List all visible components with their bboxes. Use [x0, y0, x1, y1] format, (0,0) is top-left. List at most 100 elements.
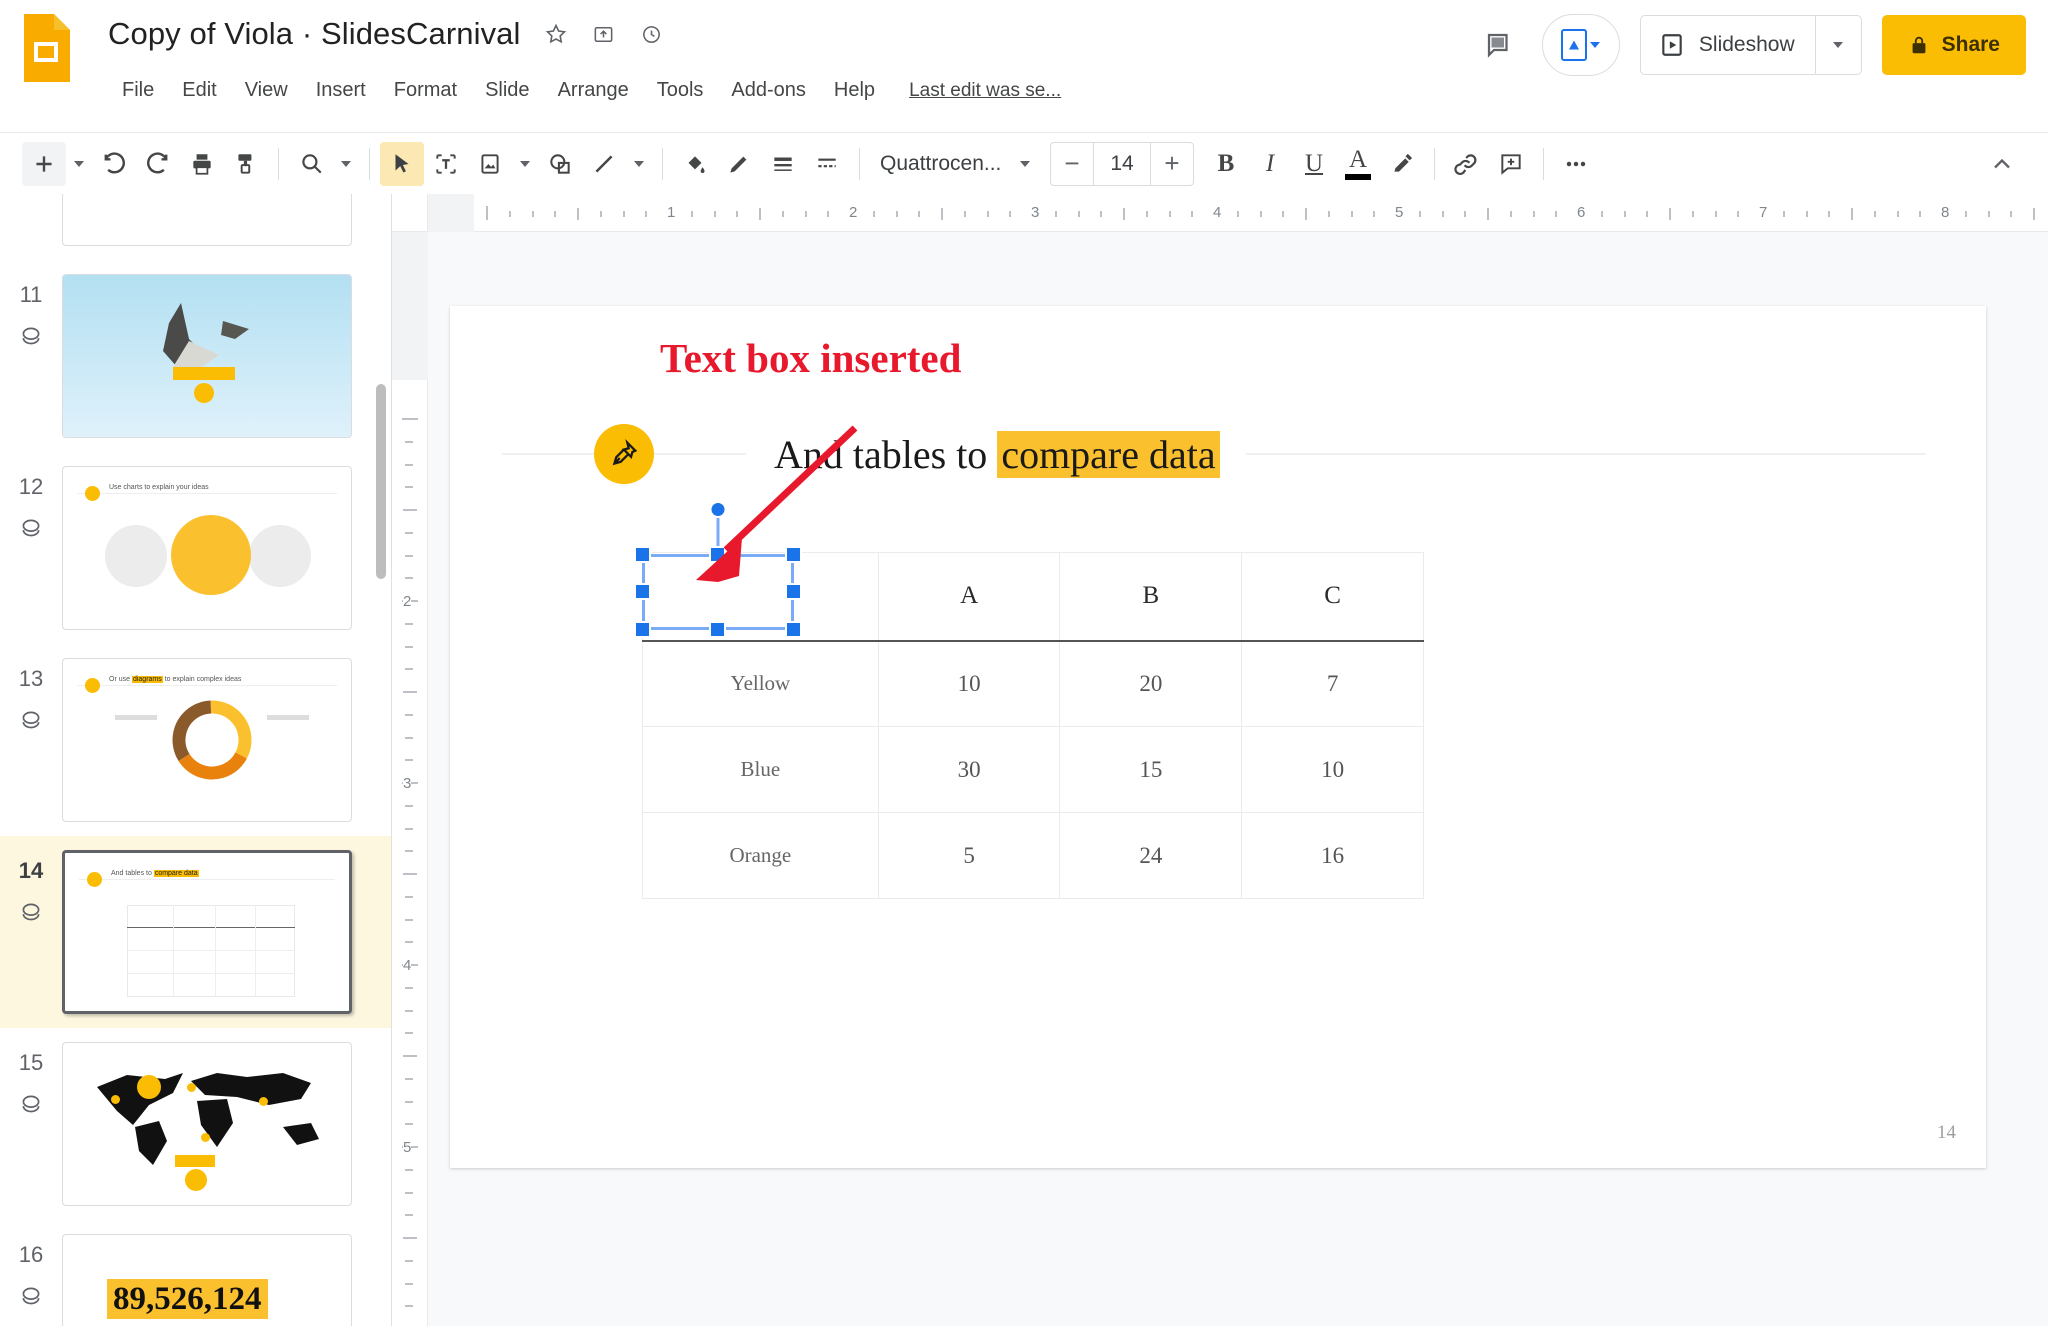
- italic-button[interactable]: I: [1248, 142, 1292, 186]
- filmstrip-slide-16[interactable]: 16 89,526,124: [0, 1220, 391, 1326]
- menu-slide[interactable]: Slide: [471, 76, 543, 105]
- current-slide[interactable]: And tables to compare data A B C Yellow …: [450, 306, 1986, 1168]
- underline-button[interactable]: U: [1292, 142, 1336, 186]
- resize-handle-e[interactable]: [785, 583, 802, 600]
- font-size-increase-button[interactable]: +: [1151, 143, 1193, 185]
- font-family-select[interactable]: Quattrocen...: [870, 142, 1040, 186]
- resize-handle-se[interactable]: [785, 621, 802, 638]
- share-button[interactable]: Share: [1881, 15, 2026, 75]
- line-button[interactable]: [582, 142, 626, 186]
- collapse-toolbar-button[interactable]: [1980, 142, 2024, 186]
- menu-file[interactable]: File: [108, 76, 168, 105]
- thumb-preview[interactable]: And tables to compare data: [62, 850, 352, 1014]
- new-slide-dropdown-icon[interactable]: [66, 142, 92, 186]
- comment-history-icon[interactable]: [1476, 22, 1522, 68]
- inserted-text-box[interactable]: [634, 501, 802, 638]
- move-to-folder-icon[interactable]: [591, 21, 617, 47]
- thumb-preview[interactable]: [62, 274, 352, 438]
- resize-handle-s[interactable]: [709, 621, 726, 638]
- thumb-big-number: 89,526,124: [107, 1279, 268, 1320]
- thumb-meta: 15: [0, 1042, 62, 1123]
- rotation-handle[interactable]: [709, 501, 727, 518]
- cell-orange-a: 5: [877, 812, 1061, 899]
- slides-logo-icon[interactable]: [18, 12, 74, 84]
- page-title[interactable]: Copy of Viola · SlidesCarnival: [108, 16, 521, 52]
- menu-addons[interactable]: Add-ons: [717, 76, 820, 105]
- text-box-button[interactable]: [424, 142, 468, 186]
- bold-button[interactable]: B: [1204, 142, 1248, 186]
- cloud-status-icon[interactable]: [639, 21, 665, 47]
- thumb-preview[interactable]: 89,526,124: [62, 1234, 352, 1326]
- more-options-icon[interactable]: [1554, 142, 1598, 186]
- select-tool-button[interactable]: [380, 141, 424, 186]
- slideshow-dropdown[interactable]: [1814, 16, 1861, 74]
- vertical-ruler[interactable]: 2 3 4 5: [392, 232, 428, 1326]
- border-dash-button[interactable]: [805, 142, 849, 186]
- line-dropdown-icon[interactable]: [626, 142, 652, 186]
- text-color-button[interactable]: A: [1336, 142, 1380, 186]
- resize-handle-n[interactable]: [709, 546, 726, 563]
- resize-handle-ne[interactable]: [785, 546, 802, 563]
- slideshow-button[interactable]: Slideshow: [1639, 15, 1862, 75]
- resize-handle-nw[interactable]: [634, 546, 651, 563]
- menu-view[interactable]: View: [231, 76, 302, 105]
- image-dropdown-icon[interactable]: [512, 142, 538, 186]
- filmstrip-scrollbar[interactable]: [376, 194, 389, 1326]
- border-color-button[interactable]: [717, 142, 761, 186]
- present-mirror-icon[interactable]: [1541, 14, 1620, 76]
- slide-headline[interactable]: And tables to compare data: [502, 422, 1926, 486]
- fill-color-button[interactable]: [673, 142, 717, 186]
- layers-icon: [18, 519, 44, 546]
- filmstrip-slide-14[interactable]: 14 And tables to compare data: [0, 836, 391, 1028]
- layers-icon: [18, 711, 44, 738]
- menu-edit[interactable]: Edit: [168, 76, 230, 105]
- thumb-preview[interactable]: Or use diagrams to explain complex ideas: [62, 658, 352, 822]
- insert-image-button[interactable]: [468, 142, 512, 186]
- redo-button[interactable]: [136, 142, 180, 186]
- print-button[interactable]: [180, 142, 224, 186]
- toolbar-divider: [369, 147, 370, 180]
- link-icon[interactable]: [1445, 142, 1489, 186]
- filmstrip-slide-13[interactable]: 13 Or use diagrams to explain complex id…: [0, 644, 391, 836]
- share-label: Share: [1941, 33, 2000, 56]
- pushpin-icon: [594, 424, 654, 484]
- thumb-title: And tables to compare data: [111, 870, 199, 877]
- new-slide-button[interactable]: [22, 141, 66, 186]
- font-size-stepper[interactable]: − 14 +: [1050, 141, 1194, 186]
- thumb-preview[interactable]: Use charts to explain your ideas: [62, 466, 352, 630]
- cell-orange-c: 16: [1241, 812, 1424, 899]
- filmstrip-slide-15[interactable]: 15: [0, 1028, 391, 1220]
- top-right-actions: Slideshow Share: [1476, 14, 2026, 76]
- add-comment-icon[interactable]: [1489, 142, 1533, 186]
- resize-handle-w[interactable]: [634, 583, 651, 600]
- menu-insert[interactable]: Insert: [302, 76, 380, 105]
- ruler-corner: [392, 194, 428, 232]
- slide-filmstrip[interactable]: 10 11: [0, 194, 392, 1326]
- menu-help[interactable]: Help: [820, 76, 889, 105]
- zoom-button[interactable]: [289, 142, 333, 186]
- filmstrip-scrollbar-thumb[interactable]: [376, 384, 386, 579]
- shape-button[interactable]: [538, 142, 582, 186]
- row-label-blue: Blue: [642, 726, 879, 813]
- slide-canvas-area[interactable]: And tables to compare data A B C Yellow …: [428, 232, 2048, 1326]
- thumb-preview[interactable]: [62, 194, 352, 246]
- undo-button[interactable]: [92, 142, 136, 186]
- menu-arrange[interactable]: Arrange: [544, 76, 643, 105]
- star-icon[interactable]: [543, 21, 569, 47]
- menu-tools[interactable]: Tools: [643, 76, 718, 105]
- resize-handle-sw[interactable]: [634, 621, 651, 638]
- filmstrip-slide-10[interactable]: 10: [0, 194, 391, 260]
- border-weight-button[interactable]: [761, 142, 805, 186]
- zoom-dropdown-icon[interactable]: [333, 142, 359, 186]
- paint-format-button[interactable]: [224, 142, 268, 186]
- layers-icon: [18, 1287, 44, 1314]
- filmstrip-slide-12[interactable]: 12 Use charts to explain your ideas: [0, 452, 391, 644]
- thumb-preview[interactable]: [62, 1042, 352, 1206]
- horizontal-ruler[interactable]: 123456789: [428, 194, 2048, 232]
- font-size-input[interactable]: 14: [1093, 142, 1151, 185]
- font-size-decrease-button[interactable]: −: [1051, 143, 1093, 185]
- highlight-pen-icon[interactable]: [1380, 142, 1424, 186]
- last-edit-label[interactable]: Last edit was se...: [909, 80, 1061, 102]
- menu-format[interactable]: Format: [380, 76, 471, 105]
- filmstrip-slide-11[interactable]: 11: [0, 260, 391, 452]
